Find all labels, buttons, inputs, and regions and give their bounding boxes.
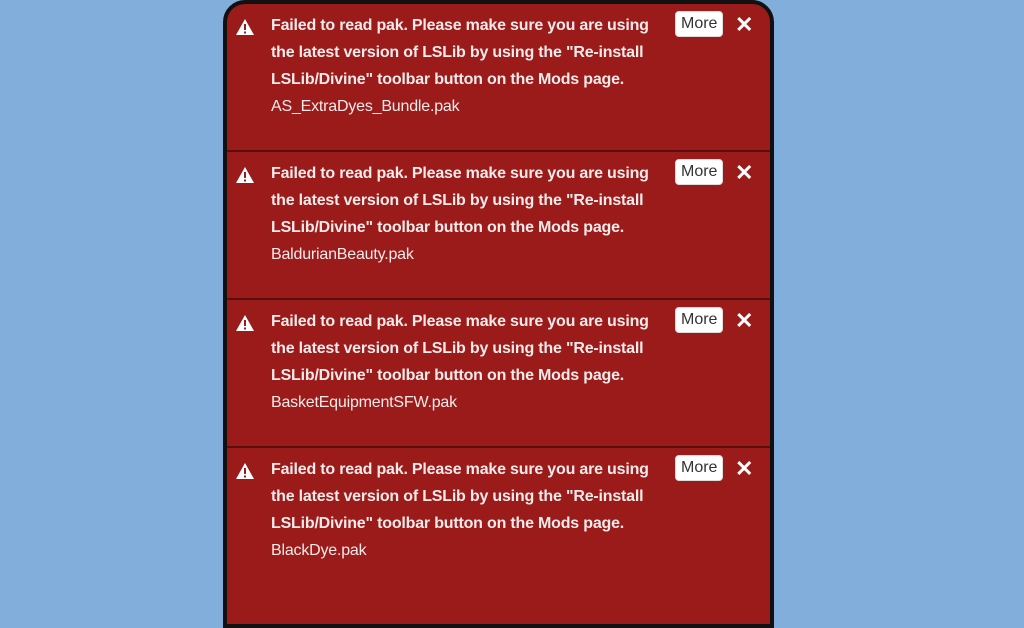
more-button[interactable]: More: [675, 307, 724, 333]
file-name: BaldurianBeauty.pak: [271, 246, 414, 263]
notification-message: Failed to read pak. Please make sure you…: [271, 160, 661, 268]
notification-panel: Failed to read pak. Please make sure you…: [223, 0, 774, 628]
message-text: Failed to read pak. Please make sure you…: [271, 17, 649, 88]
message-text: Failed to read pak. Please make sure you…: [271, 461, 649, 532]
file-name: BlackDye.pak: [271, 542, 367, 559]
message-text: Failed to read pak. Please make sure you…: [271, 313, 649, 384]
more-button[interactable]: More: [675, 455, 724, 481]
more-button[interactable]: More: [675, 11, 724, 37]
close-icon[interactable]: ✕: [735, 160, 753, 186]
notification-toast: Failed to read pak. Please make sure you…: [227, 300, 770, 448]
warning-icon: [236, 19, 254, 35]
warning-icon: [236, 315, 254, 331]
notification-toast: Failed to read pak. Please make sure you…: [227, 448, 770, 596]
notification-toast: Failed to read pak. Please make sure you…: [227, 4, 770, 152]
notification-message: Failed to read pak. Please make sure you…: [271, 12, 661, 120]
notification-message: Failed to read pak. Please make sure you…: [271, 456, 661, 564]
notification-message: Failed to read pak. Please make sure you…: [271, 308, 661, 416]
warning-icon: [236, 167, 254, 183]
more-button[interactable]: More: [675, 159, 724, 185]
notification-toast: Failed to read pak. Please make sure you…: [227, 152, 770, 300]
warning-icon: [236, 463, 254, 479]
file-name: BasketEquipmentSFW.pak: [271, 394, 457, 411]
close-icon[interactable]: ✕: [735, 12, 753, 38]
close-icon[interactable]: ✕: [735, 308, 753, 334]
file-name: AS_ExtraDyes_Bundle.pak: [271, 98, 460, 115]
close-icon[interactable]: ✕: [735, 456, 753, 482]
message-text: Failed to read pak. Please make sure you…: [271, 165, 649, 236]
